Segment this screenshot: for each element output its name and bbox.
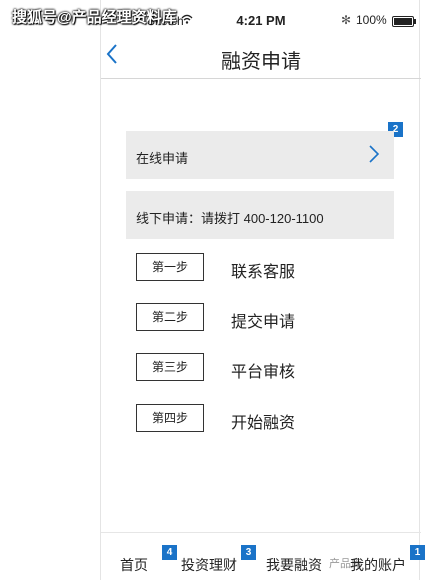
tab-bar: 首页 4 投资理财 3 我要融资 产品库 我的账户 1 — [101, 532, 425, 581]
step-2-tag: 第二步 — [136, 303, 204, 331]
step-1-tag: 第一步 — [136, 253, 204, 281]
tab-invest[interactable]: 投资理财 — [181, 555, 237, 575]
tab-account[interactable]: 我的账户 — [350, 555, 406, 575]
step-3-desc: 平台审核 — [231, 364, 296, 381]
bluetooth-icon: ✻ — [341, 13, 352, 27]
step-4: 第四步 开始融资 — [136, 404, 404, 436]
offline-apply-row: 线下申请：请拨打 400-120-1100 — [126, 191, 394, 239]
chevron-right-icon — [369, 145, 380, 163]
step-4-desc: 开始融资 — [231, 415, 296, 432]
battery-percent: 100% — [356, 13, 387, 27]
step-1: 第一步 联系客服 — [136, 253, 404, 285]
navigation-bar: 融资申请 — [101, 34, 421, 79]
annotation-badge-1: 1 — [410, 545, 425, 560]
tab-financing[interactable]: 我要融资 — [266, 555, 322, 575]
annotation-badge-3: 3 — [241, 545, 256, 560]
online-apply-row[interactable]: 在线申请 — [126, 131, 394, 179]
step-4-tag: 第四步 — [136, 404, 204, 432]
page-title: 融资申请 — [221, 51, 301, 73]
annotation-badge-4: 4 — [162, 545, 177, 560]
offline-apply-label: 线下申请：请拨打 400-120-1100 — [136, 211, 324, 226]
step-3: 第三步 平台审核 — [136, 353, 404, 385]
watermark-text: 搜狐号@产品经理资料库 — [12, 9, 177, 26]
tab-home[interactable]: 首页 — [120, 555, 148, 575]
phone-screen: Sketch 4:21 PM ✻ 100% 融资申请 2 在线申请 线下申请：请… — [100, 0, 425, 581]
online-apply-label: 在线申请 — [136, 151, 189, 166]
step-3-tag: 第三步 — [136, 353, 204, 381]
step-2: 第二步 提交申请 — [136, 303, 404, 335]
step-1-desc: 联系客服 — [231, 264, 296, 281]
battery-icon — [392, 16, 416, 27]
step-2-desc: 提交申请 — [231, 314, 296, 331]
